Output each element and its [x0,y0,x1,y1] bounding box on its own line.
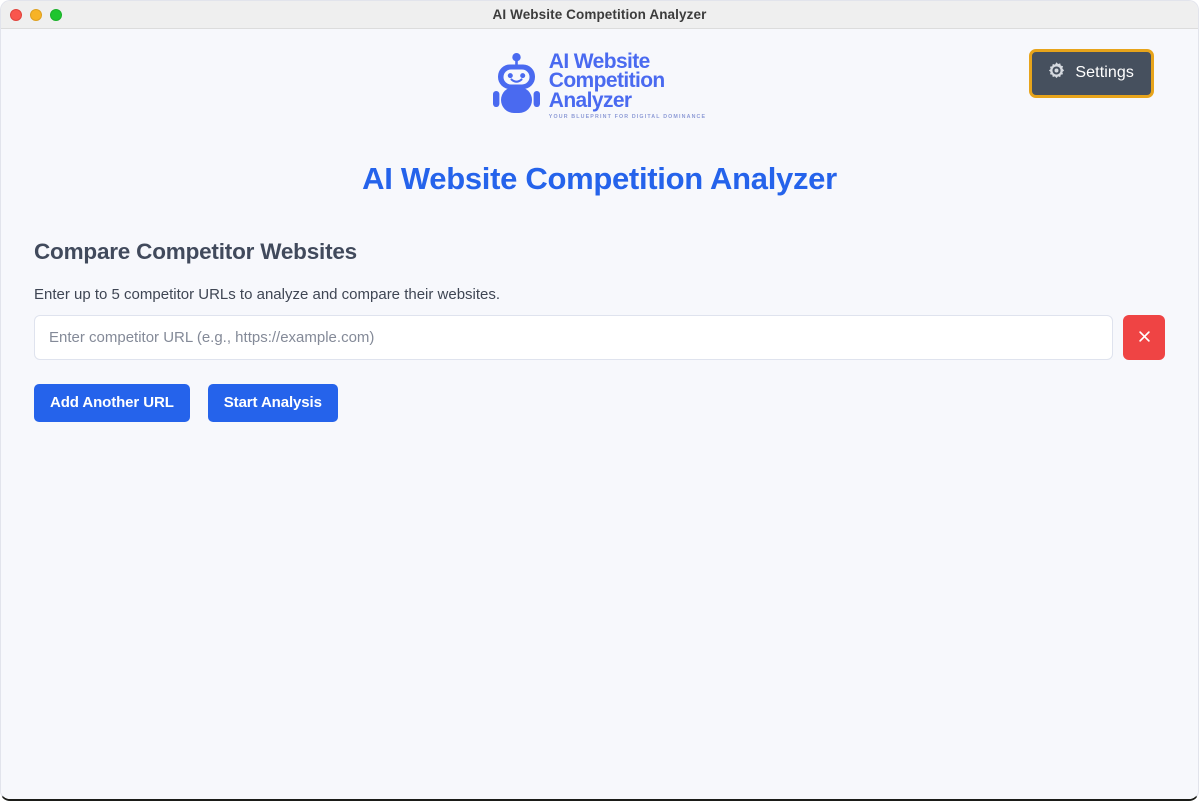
app-logo: AI Website Competition Analyzer YOUR BLU… [492,51,707,121]
minimize-window-button[interactable] [30,9,42,21]
maximize-window-button[interactable] [50,9,62,21]
app-content: AI Website Competition Analyzer YOUR BLU… [1,29,1198,799]
gear-icon [1047,61,1066,85]
logo-line-3: Analyzer [548,88,632,112]
app-window: AI Website Competition Analyzer AI Websi… [0,0,1199,801]
settings-button-label: Settings [1075,64,1134,81]
window-title: AI Website Competition Analyzer [492,7,707,22]
section-heading: Compare Competitor Websites [34,239,357,264]
start-analysis-button[interactable]: Start Analysis [207,384,338,422]
window-controls [10,1,62,29]
settings-button[interactable]: Settings [1029,49,1154,98]
logo-wordmark: AI Website Competition Analyzer YOUR BLU… [548,51,707,121]
close-window-button[interactable] [10,9,22,21]
section-description: Enter up to 5 competitor URLs to analyze… [34,286,501,303]
competitor-url-input[interactable] [34,315,1113,360]
add-another-url-button[interactable]: Add Another URL [34,384,190,422]
page-title: AI Website Competition Analyzer [362,161,837,196]
action-buttons: Add Another URL Start Analysis [34,384,1165,422]
close-icon [1137,329,1152,347]
remove-url-button[interactable] [1123,315,1165,360]
brand-header: AI Website Competition Analyzer YOUR BLU… [1,29,1198,137]
url-input-row [34,315,1165,360]
compare-panel: Compare Competitor Websites Enter up to … [1,239,1198,422]
robot-mascot-icon [492,52,540,120]
logo-line-2: Competition [548,69,665,93]
logo-tagline: YOUR BLUEPRINT FOR DIGITAL DOMINANCE [548,114,707,121]
title-bar: AI Website Competition Analyzer [1,1,1198,29]
